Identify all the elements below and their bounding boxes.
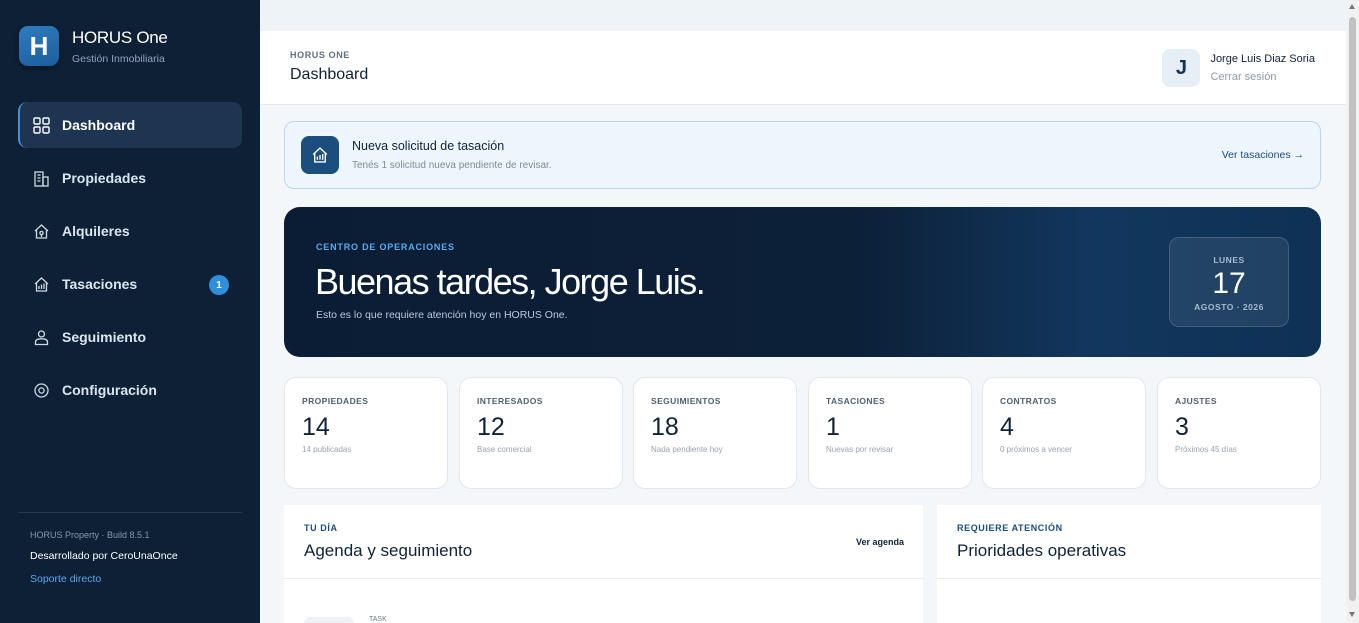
date-card: LUNES 17 AGOSTO · 2026 [1169, 237, 1289, 327]
stat-note: Próximos 45 días [1175, 445, 1237, 454]
panel-kicker: REQUIERE ATENCIÓN [957, 523, 1063, 533]
panel-divider [937, 578, 1321, 579]
stat-value: 4 [1000, 413, 1014, 441]
stat-note: Base comercial [477, 445, 532, 454]
sidebar-item-seguimiento[interactable]: Seguimiento [18, 314, 242, 360]
hero-subtitle: Esto es lo que requiere atención hoy en … [316, 309, 568, 321]
sidebar-item-label: Configuración [62, 382, 157, 398]
stat-note: 14 publicadas [302, 445, 352, 454]
sidebar: H HORUS One Gestión Inmobiliaria Dashboa… [0, 0, 260, 623]
task-type-label: TASK [369, 616, 387, 623]
house-chart-icon [301, 136, 339, 174]
date-month-year: AGOSTO · 2026 [1194, 302, 1264, 312]
avatar[interactable]: J [1162, 49, 1201, 87]
sidebar-item-label: Propiedades [62, 170, 147, 186]
sidebar-divider [18, 512, 242, 513]
house-chart-icon [32, 275, 50, 293]
stat-value: 14 [302, 413, 330, 441]
stat-note: Nada pendiente hoy [651, 445, 723, 454]
stat-label: INTERESADOS [477, 396, 543, 406]
page-title: Dashboard [290, 66, 369, 83]
stat-card-ajustes[interactable]: AJUSTES 3 Próximos 45 días [1157, 377, 1321, 489]
sidebar-item-alquileres[interactable]: Alquileres [18, 208, 242, 254]
build-version: HORUS Property · Build 8.5.1 [30, 530, 150, 540]
stat-card-contratos[interactable]: CONTRATOS 4 0 próximos a vencer [982, 377, 1146, 489]
scrollbar-thumb[interactable] [1349, 17, 1356, 601]
developer-credit: Desarrollado por CeroUnaOnce [30, 550, 178, 562]
stat-card-seguimientos[interactable]: SEGUIMIENTOS 18 Nada pendiente hoy [633, 377, 797, 489]
stat-card-propiedades[interactable]: PROPIEDADES 14 14 publicadas [284, 377, 448, 489]
main-content: Nueva solicitud de tasación Tenés 1 soli… [260, 105, 1346, 623]
tasaciones-badge: 1 [209, 275, 229, 295]
scroll-up-arrow-icon[interactable] [1349, 4, 1355, 9]
panel-kicker: TU DÍA [304, 523, 338, 533]
task-icon-placeholder [304, 617, 354, 623]
sidebar-item-label: Dashboard [62, 117, 136, 133]
page-header: HORUS ONE Dashboard J Jorge Luis Diaz So… [260, 31, 1346, 105]
brand-logo: H [19, 26, 59, 66]
logout-link[interactable]: Cerrar sesión [1210, 71, 1315, 83]
brand-title: HORUS One [72, 27, 168, 47]
notice-title: Nueva solicitud de tasación [352, 139, 505, 153]
priorities-panel: REQUIERE ATENCIÓN Prioridades operativas [937, 505, 1321, 623]
panel-title: Prioridades operativas [957, 541, 1127, 560]
sidebar-item-dashboard[interactable]: Dashboard [18, 102, 242, 148]
page-scrollbar[interactable] [1346, 0, 1359, 623]
date-day: 17 [1212, 267, 1246, 300]
sidebar-item-label: Tasaciones [62, 276, 138, 292]
stat-value: 3 [1175, 413, 1189, 441]
stat-value: 1 [826, 413, 840, 441]
brand-subtitle: Gestión Inmobiliaria [72, 52, 165, 65]
stat-value: 12 [477, 413, 505, 441]
agenda-panel: TU DÍA Agenda y seguimiento Ver agenda T… [284, 505, 923, 623]
date-weekday: LUNES [1213, 255, 1245, 265]
hero-greeting: Buenas tardes, Jorge Luis. [315, 261, 706, 302]
house-key-icon [32, 222, 50, 240]
stat-label: PROPIEDADES [302, 396, 369, 406]
gear-icon [32, 381, 50, 399]
stat-card-interesados[interactable]: INTERESADOS 12 Base comercial [459, 377, 623, 489]
notice-subtitle: Tenés 1 solicitud nueva pendiente de rev… [352, 160, 552, 171]
support-link[interactable]: Soporte directo [30, 573, 178, 585]
hero-kicker: CENTRO DE OPERACIONES [316, 242, 455, 252]
user-name: Jorge Luis Diaz Soria [1210, 53, 1315, 65]
stat-label: SEGUIMIENTOS [651, 396, 721, 406]
header-kicker: HORUS ONE [290, 50, 350, 60]
scroll-down-arrow-icon[interactable] [1349, 612, 1355, 617]
stat-label: AJUSTES [1175, 396, 1218, 406]
stat-note: 0 próximos a vencer [1000, 445, 1073, 454]
person-icon [32, 328, 50, 346]
building-icon [32, 169, 50, 187]
appraisal-notice: Nueva solicitud de tasación Tenés 1 soli… [284, 121, 1321, 189]
stat-card-tasaciones[interactable]: TASACIONES 1 Nuevas por revisar [808, 377, 972, 489]
panel-divider [284, 578, 923, 579]
user-menu: J Jorge Luis Diaz Soria Cerrar sesión [1162, 49, 1315, 87]
panel-title: Agenda y seguimiento [304, 541, 473, 560]
stat-label: CONTRATOS [1000, 396, 1057, 406]
sidebar-item-tasaciones[interactable]: Tasaciones 1 [18, 261, 242, 307]
grid-icon [32, 116, 50, 134]
sidebar-item-label: Seguimiento [62, 329, 147, 345]
sidebar-item-configuracion[interactable]: Configuración [18, 367, 242, 413]
view-agenda-link[interactable]: Ver agenda [856, 537, 904, 547]
stats-row: PROPIEDADES 14 14 publicadas INTERESADOS… [284, 377, 1321, 489]
sidebar-item-label: Alquileres [62, 223, 130, 239]
welcome-hero: CENTRO DE OPERACIONES Buenas tardes, Jor… [284, 207, 1321, 357]
stat-label: TASACIONES [826, 396, 886, 406]
sidebar-item-propiedades[interactable]: Propiedades [18, 155, 242, 201]
stat-note: Nuevas por revisar [826, 445, 894, 454]
sidebar-footer: HORUS Property · Build 8.5.1 Desarrollad… [30, 530, 178, 585]
view-appraisals-link[interactable]: Ver tasaciones → [1222, 149, 1304, 161]
brand[interactable]: H HORUS One Gestión Inmobiliaria [19, 26, 168, 66]
sidebar-nav: Dashboard Propiedades Alquileres Tasacio… [18, 102, 242, 420]
stat-value: 18 [651, 413, 679, 441]
